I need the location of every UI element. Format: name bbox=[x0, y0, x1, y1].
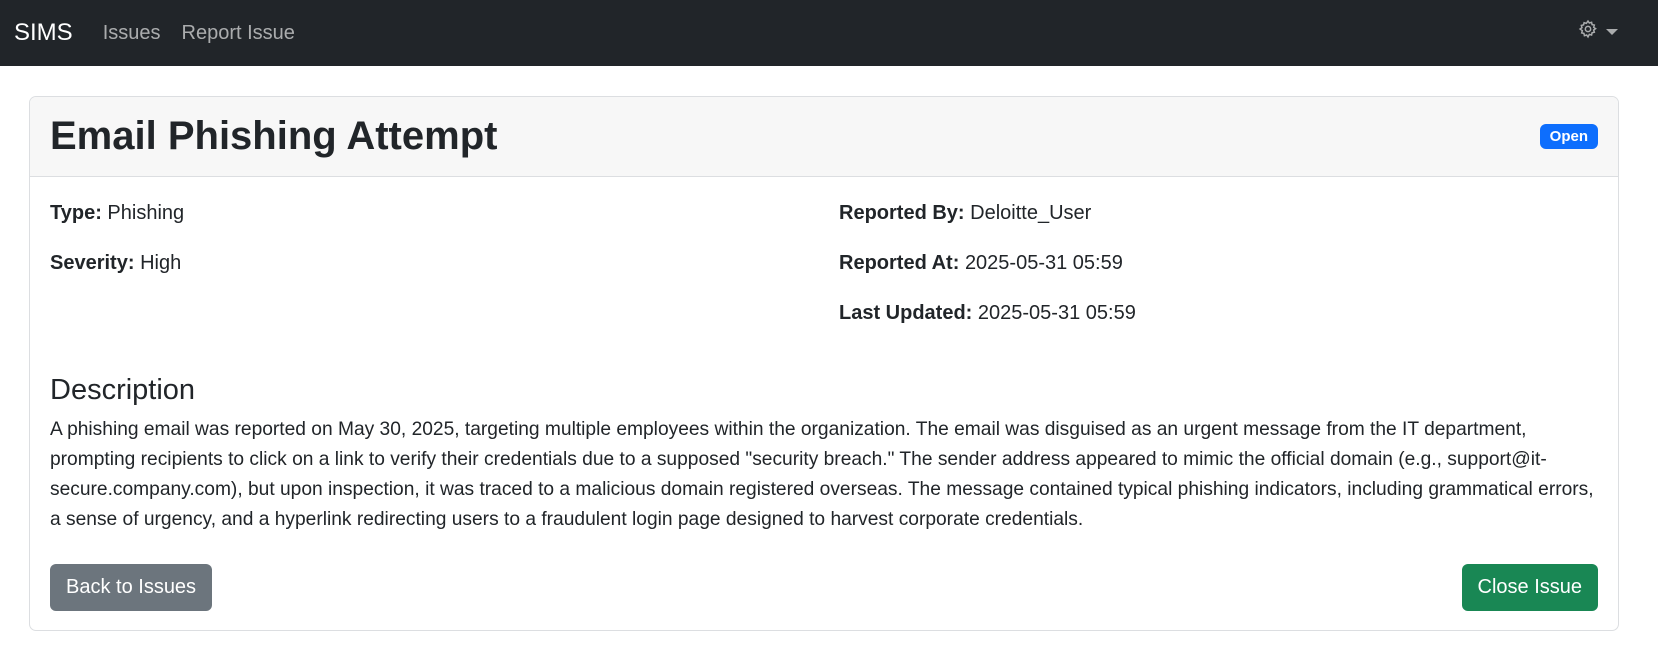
close-issue-button[interactable]: Close Issue bbox=[1461, 564, 1598, 611]
issue-meta: Type: Phishing Severity: High Reported B… bbox=[50, 177, 1598, 351]
issue-type-value: Phishing bbox=[107, 202, 185, 224]
description-text: A phishing email was reported on May 30,… bbox=[50, 419, 1594, 530]
nav-link-report-issue[interactable]: Report Issue bbox=[182, 22, 295, 45]
issue-meta-left: Type: Phishing Severity: High bbox=[50, 201, 839, 351]
issue-last-updated: Last Updated: 2025-05-31 05:59 bbox=[839, 301, 1598, 351]
settings-dropdown[interactable] bbox=[1578, 19, 1618, 44]
issue-card-header: Email Phishing Attempt Open bbox=[30, 97, 1618, 177]
issue-severity: Severity: High bbox=[50, 251, 839, 301]
issue-type: Type: Phishing bbox=[50, 201, 839, 251]
issue-reported-by-label: Reported By: bbox=[839, 202, 965, 224]
issue-severity-value: High bbox=[140, 252, 182, 274]
issue-type-label: Type: bbox=[50, 202, 102, 224]
issue-meta-right: Reported By: Deloitte_User Reported At: … bbox=[839, 201, 1598, 351]
status-badge: Open bbox=[1539, 124, 1598, 149]
issue-card-body: Type: Phishing Severity: High Reported B… bbox=[30, 177, 1618, 630]
nav-link-issues[interactable]: Issues bbox=[103, 22, 161, 45]
navbar: SIMS Issues Report Issue bbox=[0, 0, 1658, 66]
issue-title: Email Phishing Attempt bbox=[50, 114, 498, 158]
issue-card: Email Phishing Attempt Open Type: Phishi… bbox=[29, 96, 1619, 631]
issue-last-updated-label: Last Updated: bbox=[839, 302, 973, 324]
issue-reported-by-value: Deloitte_User bbox=[970, 202, 1092, 224]
issue-reported-at: Reported At: 2025-05-31 05:59 bbox=[839, 251, 1598, 301]
gear-icon bbox=[1578, 19, 1598, 44]
description-heading: Description bbox=[50, 374, 196, 406]
issue-reported-at-label: Reported At: bbox=[839, 252, 960, 274]
back-to-issues-button[interactable]: Back to Issues bbox=[50, 564, 213, 611]
brand-link[interactable]: SIMS bbox=[14, 19, 73, 47]
issue-reported-by: Reported By: Deloitte_User bbox=[839, 201, 1598, 251]
issue-severity-label: Severity: bbox=[50, 252, 135, 274]
chevron-down-icon bbox=[1606, 28, 1618, 35]
issue-last-updated-value: 2025-05-31 05:59 bbox=[977, 302, 1136, 324]
issue-reported-at-value: 2025-05-31 05:59 bbox=[964, 252, 1123, 274]
